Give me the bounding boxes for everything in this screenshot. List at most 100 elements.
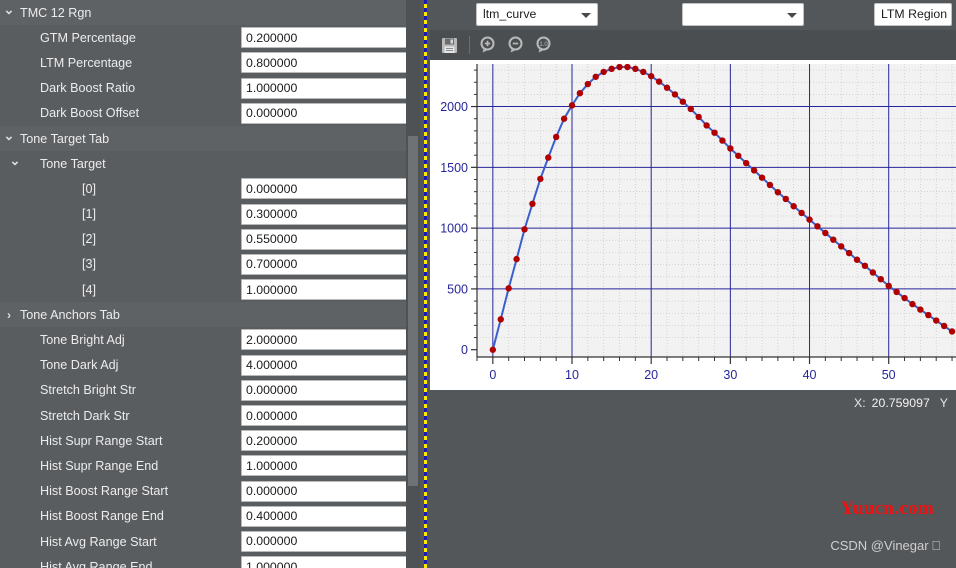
data-point[interactable] <box>608 66 614 72</box>
property-group-row[interactable]: ⌄TMC 12 Rgn <box>0 0 420 25</box>
data-point[interactable] <box>933 317 939 323</box>
data-point[interactable] <box>664 85 670 91</box>
property-value-input[interactable] <box>241 178 409 199</box>
property-value-input[interactable] <box>241 329 409 350</box>
data-point[interactable] <box>513 256 519 262</box>
property-row[interactable]: Stretch Dark Str <box>0 403 420 428</box>
property-row[interactable]: Dark Boost Ratio <box>0 76 420 101</box>
property-value-input[interactable] <box>241 103 409 124</box>
property-value-input[interactable] <box>241 52 409 73</box>
data-point[interactable] <box>759 174 765 180</box>
data-point[interactable] <box>648 73 654 79</box>
property-row[interactable]: [3] <box>0 252 420 277</box>
data-point[interactable] <box>806 216 812 222</box>
data-point[interactable] <box>537 176 543 182</box>
data-point[interactable] <box>561 116 567 122</box>
data-point[interactable] <box>735 153 741 159</box>
data-point[interactable] <box>751 167 757 173</box>
data-point[interactable] <box>862 263 868 269</box>
region-field[interactable]: LTM Region 1 <box>874 3 952 26</box>
data-point[interactable] <box>529 201 535 207</box>
data-point[interactable] <box>577 90 583 96</box>
property-row[interactable]: Hist Supr Range End <box>0 453 420 478</box>
chevron-down-icon[interactable]: ⌄ <box>2 129 16 142</box>
data-point[interactable] <box>870 269 876 275</box>
property-row[interactable]: Hist Avg Range End <box>0 554 420 568</box>
property-value-input[interactable] <box>241 229 409 250</box>
data-point[interactable] <box>917 306 923 312</box>
data-point[interactable] <box>593 74 599 80</box>
property-row[interactable]: [2] <box>0 227 420 252</box>
data-point[interactable] <box>814 223 820 229</box>
data-point[interactable] <box>783 196 789 202</box>
property-value-input[interactable] <box>241 380 409 401</box>
panel-splitter[interactable] <box>420 0 430 568</box>
property-row[interactable]: LTM Percentage <box>0 50 420 75</box>
zoom-in-icon[interactable] <box>475 32 501 58</box>
property-row[interactable]: Hist Avg Range Start <box>0 529 420 554</box>
data-point[interactable] <box>585 81 591 87</box>
property-row[interactable]: Hist Boost Range End <box>0 504 420 529</box>
data-point[interactable] <box>767 182 773 188</box>
property-group-row[interactable]: ›Tone Anchors Tab <box>0 302 420 327</box>
data-point[interactable] <box>640 69 646 75</box>
data-point[interactable] <box>925 312 931 318</box>
data-point[interactable] <box>498 316 504 322</box>
data-point[interactable] <box>719 137 725 143</box>
property-row[interactable]: [0] <box>0 176 420 201</box>
data-point[interactable] <box>616 64 622 70</box>
data-point[interactable] <box>553 134 559 140</box>
property-row[interactable]: Tone Bright Adj <box>0 327 420 352</box>
data-point[interactable] <box>656 78 662 84</box>
property-value-input[interactable] <box>241 455 409 476</box>
property-value-input[interactable] <box>241 78 409 99</box>
property-row[interactable]: Hist Boost Range Start <box>0 479 420 504</box>
property-value-input[interactable] <box>241 481 409 502</box>
property-value-input[interactable] <box>241 506 409 527</box>
ltm-curve-plot[interactable]: 050010001500200001020304050 <box>430 60 956 390</box>
data-point[interactable] <box>838 243 844 249</box>
property-row[interactable]: Tone Dark Adj <box>0 353 420 378</box>
data-point[interactable] <box>490 347 496 353</box>
property-value-input[interactable] <box>241 531 409 552</box>
property-group-row[interactable]: ⌄Tone Target <box>0 151 420 176</box>
zoom-reset-icon[interactable]: 1.0 <box>531 32 557 58</box>
data-point[interactable] <box>949 328 955 334</box>
data-point[interactable] <box>941 323 947 329</box>
data-point[interactable] <box>569 102 575 108</box>
scrollbar-thumb[interactable] <box>408 136 418 486</box>
data-point[interactable] <box>886 283 892 289</box>
property-row[interactable]: [1] <box>0 202 420 227</box>
property-value-input[interactable] <box>241 204 409 225</box>
property-row[interactable]: Stretch Bright Str <box>0 378 420 403</box>
data-point[interactable] <box>600 69 606 75</box>
property-value-input[interactable] <box>241 405 409 426</box>
data-point[interactable] <box>672 91 678 97</box>
data-point[interactable] <box>846 250 852 256</box>
property-value-input[interactable] <box>241 27 409 48</box>
data-point[interactable] <box>909 301 915 307</box>
data-point[interactable] <box>822 230 828 236</box>
property-value-input[interactable] <box>241 279 409 300</box>
property-value-input[interactable] <box>241 556 409 568</box>
data-point[interactable] <box>703 122 709 128</box>
data-point[interactable] <box>893 289 899 295</box>
data-point[interactable] <box>545 154 551 160</box>
data-point[interactable] <box>878 276 884 282</box>
chevron-down-icon[interactable]: ⌄ <box>8 154 22 167</box>
property-row[interactable]: Dark Boost Offset <box>0 101 420 126</box>
save-icon[interactable] <box>436 32 462 58</box>
data-point[interactable] <box>711 129 717 135</box>
chevron-down-icon[interactable]: ⌄ <box>2 3 16 16</box>
property-row[interactable]: GTM Percentage <box>0 25 420 50</box>
data-point[interactable] <box>901 295 907 301</box>
data-point[interactable] <box>688 106 694 112</box>
data-point[interactable] <box>695 114 701 120</box>
property-group-row[interactable]: ⌄Tone Target Tab <box>0 126 420 151</box>
data-point[interactable] <box>743 160 749 166</box>
secondary-select[interactable] <box>682 3 804 26</box>
data-point[interactable] <box>521 226 527 232</box>
data-point[interactable] <box>775 189 781 195</box>
chevron-right-icon[interactable]: › <box>2 309 16 321</box>
plot-area[interactable]: 050010001500200001020304050 <box>430 60 956 390</box>
